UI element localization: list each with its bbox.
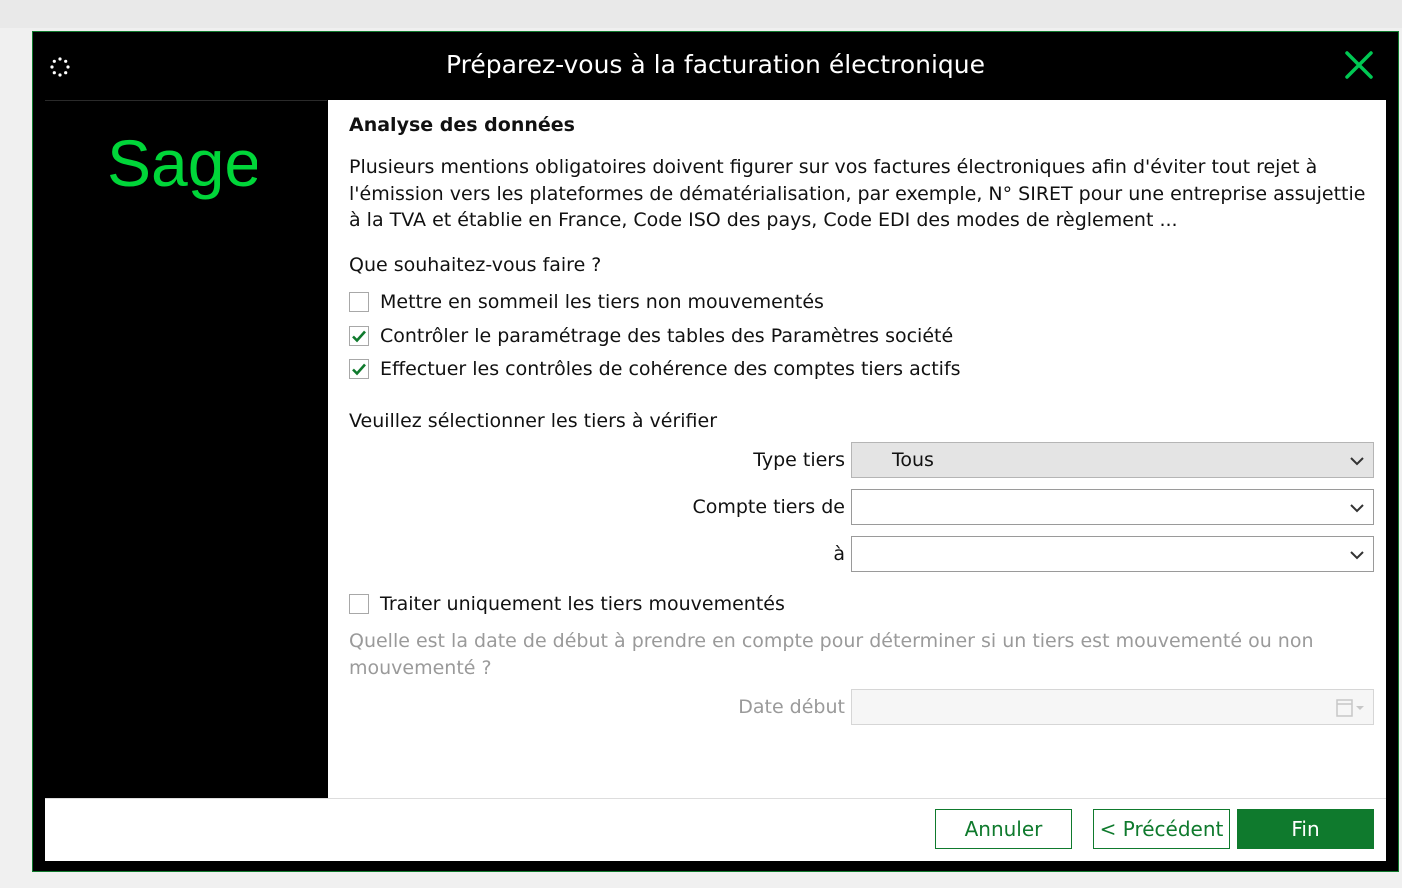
compte-de-select[interactable] [851, 489, 1374, 525]
section-heading: Analyse des données [349, 114, 575, 136]
select-tiers-title: Veuillez sélectionner les tiers à vérifi… [349, 410, 718, 432]
sage-logo: Sage [107, 126, 261, 225]
checkmark-icon [352, 363, 366, 376]
compte-a-select[interactable] [851, 536, 1374, 572]
checkbox-box[interactable] [349, 594, 369, 614]
checkbox-box-checked[interactable] [349, 326, 369, 346]
close-icon[interactable] [1342, 48, 1376, 82]
checkbox-box[interactable] [349, 292, 369, 312]
background-strip [0, 0, 1402, 28]
button-bar: Annuler < Précédent Fin [45, 798, 1386, 861]
checkmark-icon [352, 330, 366, 343]
type-tiers-value: Tous [892, 449, 934, 471]
compte-de-label: Compte tiers de [692, 496, 845, 518]
question-label: Que souhaitez-vous faire ? [349, 254, 602, 276]
chevron-down-icon[interactable] [1349, 453, 1365, 472]
checkbox-label: Mettre en sommeil les tiers non mouvemen… [380, 291, 824, 313]
checkbox-label: Effectuer les contrôles de cohérence des… [380, 358, 961, 380]
date-debut-label: Date début [738, 696, 845, 718]
date-debut-picker [851, 689, 1374, 725]
main-content: Analyse des données Plusieurs mentions o… [328, 100, 1386, 798]
compte-a-label: à [833, 543, 845, 565]
type-tiers-label: Type tiers [753, 449, 845, 471]
checkbox-sleep-tiers[interactable]: Mettre en sommeil les tiers non mouvemen… [349, 291, 824, 313]
chevron-down-icon[interactable] [1349, 547, 1365, 566]
description-text: Plusieurs mentions obligatoires doivent … [349, 156, 1366, 231]
checkbox-box-checked[interactable] [349, 359, 369, 379]
checkbox-coherence[interactable]: Effectuer les contrôles de cohérence des… [349, 358, 961, 380]
checkbox-only-moved[interactable]: Traiter uniquement les tiers mouvementés [349, 593, 785, 615]
sidebar: Sage [45, 100, 327, 799]
date-hint-text: Quelle est la date de début à prendre en… [349, 630, 1314, 679]
calendar-dropdown-icon [1335, 698, 1365, 722]
window-title: Préparez-vous à la facturation électroni… [445, 50, 985, 79]
finish-button[interactable]: Fin [1237, 809, 1374, 849]
previous-button[interactable]: < Précédent [1093, 809, 1230, 849]
type-tiers-select[interactable]: Tous [851, 442, 1374, 478]
svg-text:Sage: Sage [107, 131, 257, 200]
dialog-window: Préparez-vous à la facturation électroni… [32, 31, 1399, 872]
chevron-down-icon[interactable] [1349, 500, 1365, 519]
checkbox-control-params[interactable]: Contrôler le paramétrage des tables des … [349, 325, 953, 347]
checkbox-label: Contrôler le paramétrage des tables des … [380, 325, 954, 347]
title-bar: Préparez-vous à la facturation électroni… [33, 32, 1398, 100]
cancel-button[interactable]: Annuler [935, 809, 1072, 849]
checkbox-label: Traiter uniquement les tiers mouvementés [380, 593, 785, 615]
